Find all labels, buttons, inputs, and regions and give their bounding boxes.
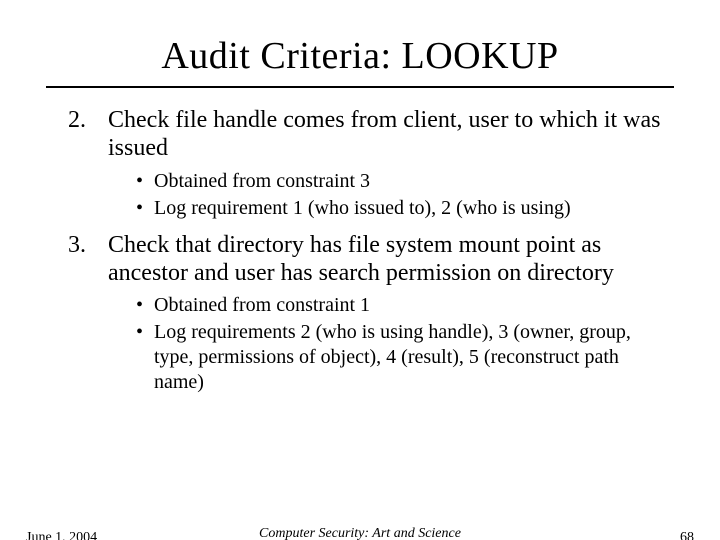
main-list: 2. Check file handle comes from client, … (48, 106, 672, 395)
slide: Audit Criteria: LOOKUP 2. Check file han… (0, 34, 720, 540)
item-number: 2. (68, 106, 86, 134)
footer-pagenum: 68 (680, 530, 694, 540)
item-text: Check that directory has file system mou… (108, 232, 614, 286)
sub-item: Log requirement 1 (who issued to), 2 (wh… (136, 196, 672, 221)
footer-source: Computer Security: Art and Science (259, 526, 461, 540)
list-item: 2. Check file handle comes from client, … (48, 106, 672, 221)
sub-list: Obtained from constraint 1 Log requireme… (108, 293, 672, 395)
title-rule (46, 86, 674, 88)
sub-item: Obtained from constraint 1 (136, 293, 672, 318)
list-item: 3. Check that directory has file system … (48, 231, 672, 396)
item-number: 3. (68, 231, 86, 259)
slide-title: Audit Criteria: LOOKUP (0, 34, 720, 78)
sub-item: Log requirements 2 (who is using handle)… (136, 320, 672, 395)
footer-center: Computer Security: Art and Science ©2002… (0, 526, 720, 540)
slide-content: 2. Check file handle comes from client, … (0, 106, 720, 395)
item-text: Check file handle comes from client, use… (108, 107, 661, 161)
sub-list: Obtained from constraint 3 Log requireme… (108, 169, 672, 221)
sub-item: Obtained from constraint 3 (136, 169, 672, 194)
